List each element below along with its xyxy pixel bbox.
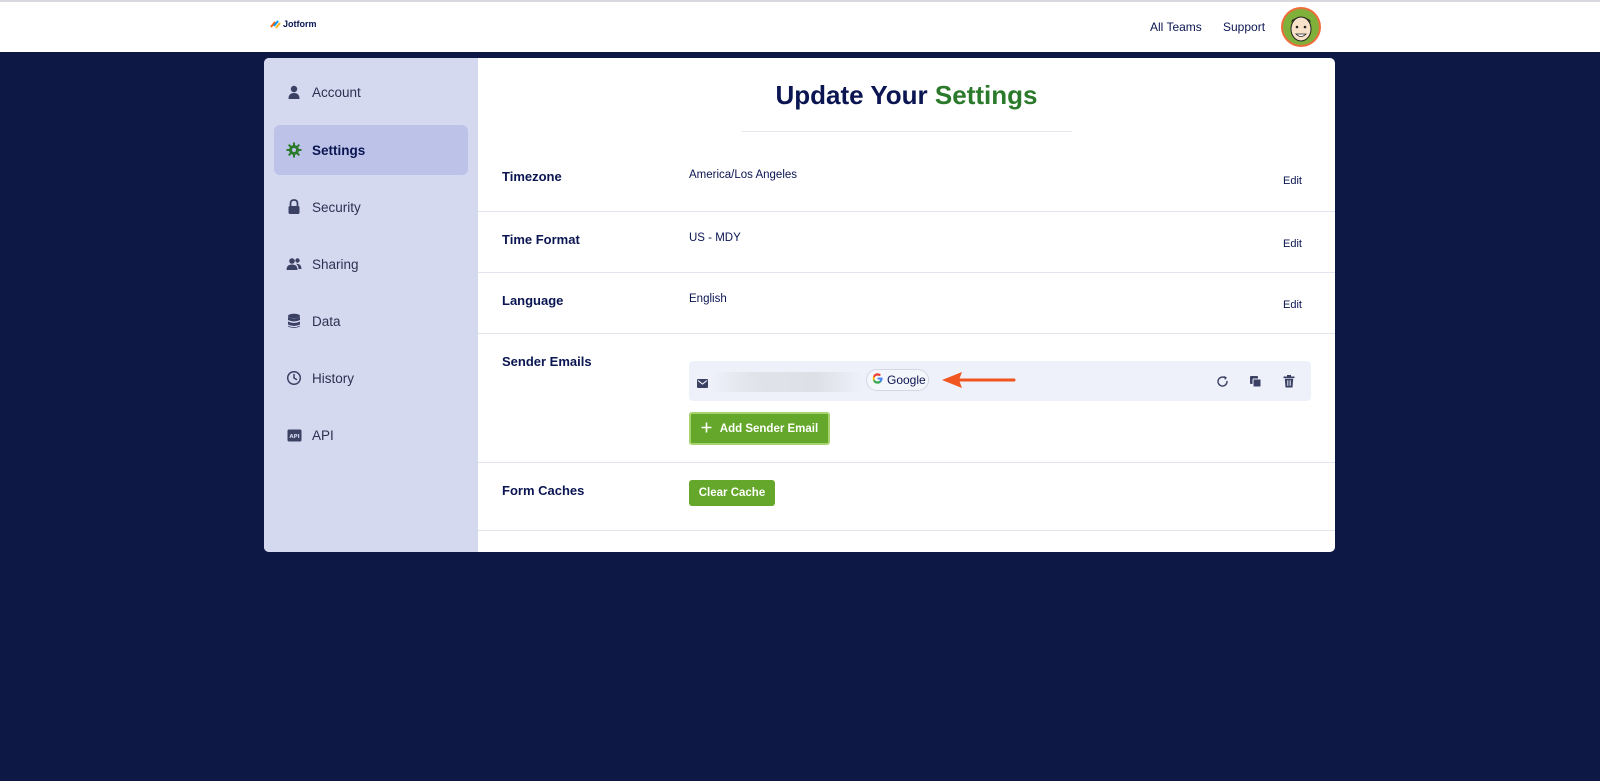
sidebar-item-label: Settings [312, 142, 366, 158]
add-sender-email-label: Add Sender Email [719, 422, 819, 435]
setting-row-sender-emails: Sender Emails Google Add Sender Email [478, 334, 1335, 463]
nav-support[interactable]: Support [1223, 20, 1265, 34]
sidebar-item-account[interactable]: Account [274, 67, 468, 117]
sidebar-item-security[interactable]: Security [274, 182, 468, 232]
gear-icon [286, 142, 302, 158]
lock-icon [286, 199, 302, 215]
sidebar-item-label: Sharing [312, 256, 359, 272]
page-title: Update Your Settings [775, 80, 1038, 110]
timezone-edit-button[interactable]: Edit [1283, 175, 1302, 187]
nav-all-teams[interactable]: All Teams [1150, 20, 1202, 34]
sidebar-item-label: API [312, 427, 334, 443]
setting-row-time-format: Time Format US - MDY Edit [478, 212, 1335, 273]
time-format-label: Time Format [502, 232, 580, 247]
delete-icon[interactable] [1281, 373, 1297, 389]
title-divider [742, 131, 1072, 132]
clear-cache-button[interactable]: Clear Cache [689, 480, 775, 506]
jotform-logo-icon [269, 19, 282, 29]
sidebar-item-api[interactable]: API API [274, 410, 468, 460]
language-value: English [689, 293, 727, 305]
sidebar-item-settings[interactable]: Settings [274, 125, 468, 175]
settings-card: Account Settings Security Sharing Data H… [264, 58, 1335, 552]
users-icon [286, 256, 302, 272]
time-format-edit-button[interactable]: Edit [1283, 238, 1302, 250]
jotform-logo[interactable]: Jotform [269, 19, 317, 29]
email-address-redacted [711, 372, 861, 392]
user-icon [286, 84, 302, 100]
google-provider-label: Google [887, 373, 926, 387]
language-label: Language [502, 293, 564, 308]
sidebar-item-sharing[interactable]: Sharing [274, 239, 468, 289]
sender-email-entry: Google [689, 361, 1311, 401]
annotation-arrow-icon [940, 370, 1016, 395]
refresh-icon[interactable] [1214, 373, 1230, 389]
setting-row-timezone: Timezone America/Los Angeles Edit [478, 154, 1335, 212]
svg-text:API: API [289, 433, 299, 439]
history-icon [286, 370, 302, 386]
settings-main: Update Your Settings Timezone America/Lo… [478, 58, 1335, 552]
sidebar-item-data[interactable]: Data [274, 296, 468, 346]
setting-row-form-caches: Form Caches Clear Cache [478, 463, 1335, 531]
sidebar-item-label: Security [312, 199, 361, 215]
sender-emails-label: Sender Emails [502, 354, 592, 369]
add-sender-email-button[interactable]: Add Sender Email [689, 412, 830, 445]
api-icon: API [286, 427, 302, 443]
duplicate-icon[interactable] [1247, 373, 1263, 389]
timezone-label: Timezone [502, 169, 562, 184]
setting-row-language: Language English Edit [478, 273, 1335, 334]
time-format-value: US - MDY [689, 232, 741, 244]
form-caches-label: Form Caches [502, 483, 585, 498]
database-icon [286, 313, 302, 329]
sidebar-item-label: Account [312, 84, 361, 100]
timezone-value: America/Los Angeles [689, 169, 798, 181]
plus-icon [701, 422, 712, 436]
logo-text: Jotform [283, 19, 317, 29]
sidebar-item-history[interactable]: History [274, 353, 468, 403]
google-icon [872, 373, 883, 387]
sidebar: Account Settings Security Sharing Data H… [264, 58, 478, 552]
sidebar-item-label: History [312, 370, 355, 386]
language-edit-button[interactable]: Edit [1283, 299, 1302, 311]
avatar[interactable] [1281, 7, 1321, 47]
sidebar-item-label: Data [312, 313, 341, 329]
google-provider-badge: Google [866, 369, 929, 391]
top-bar: Jotform All Teams Support [0, 0, 1600, 52]
mail-icon [697, 375, 708, 393]
